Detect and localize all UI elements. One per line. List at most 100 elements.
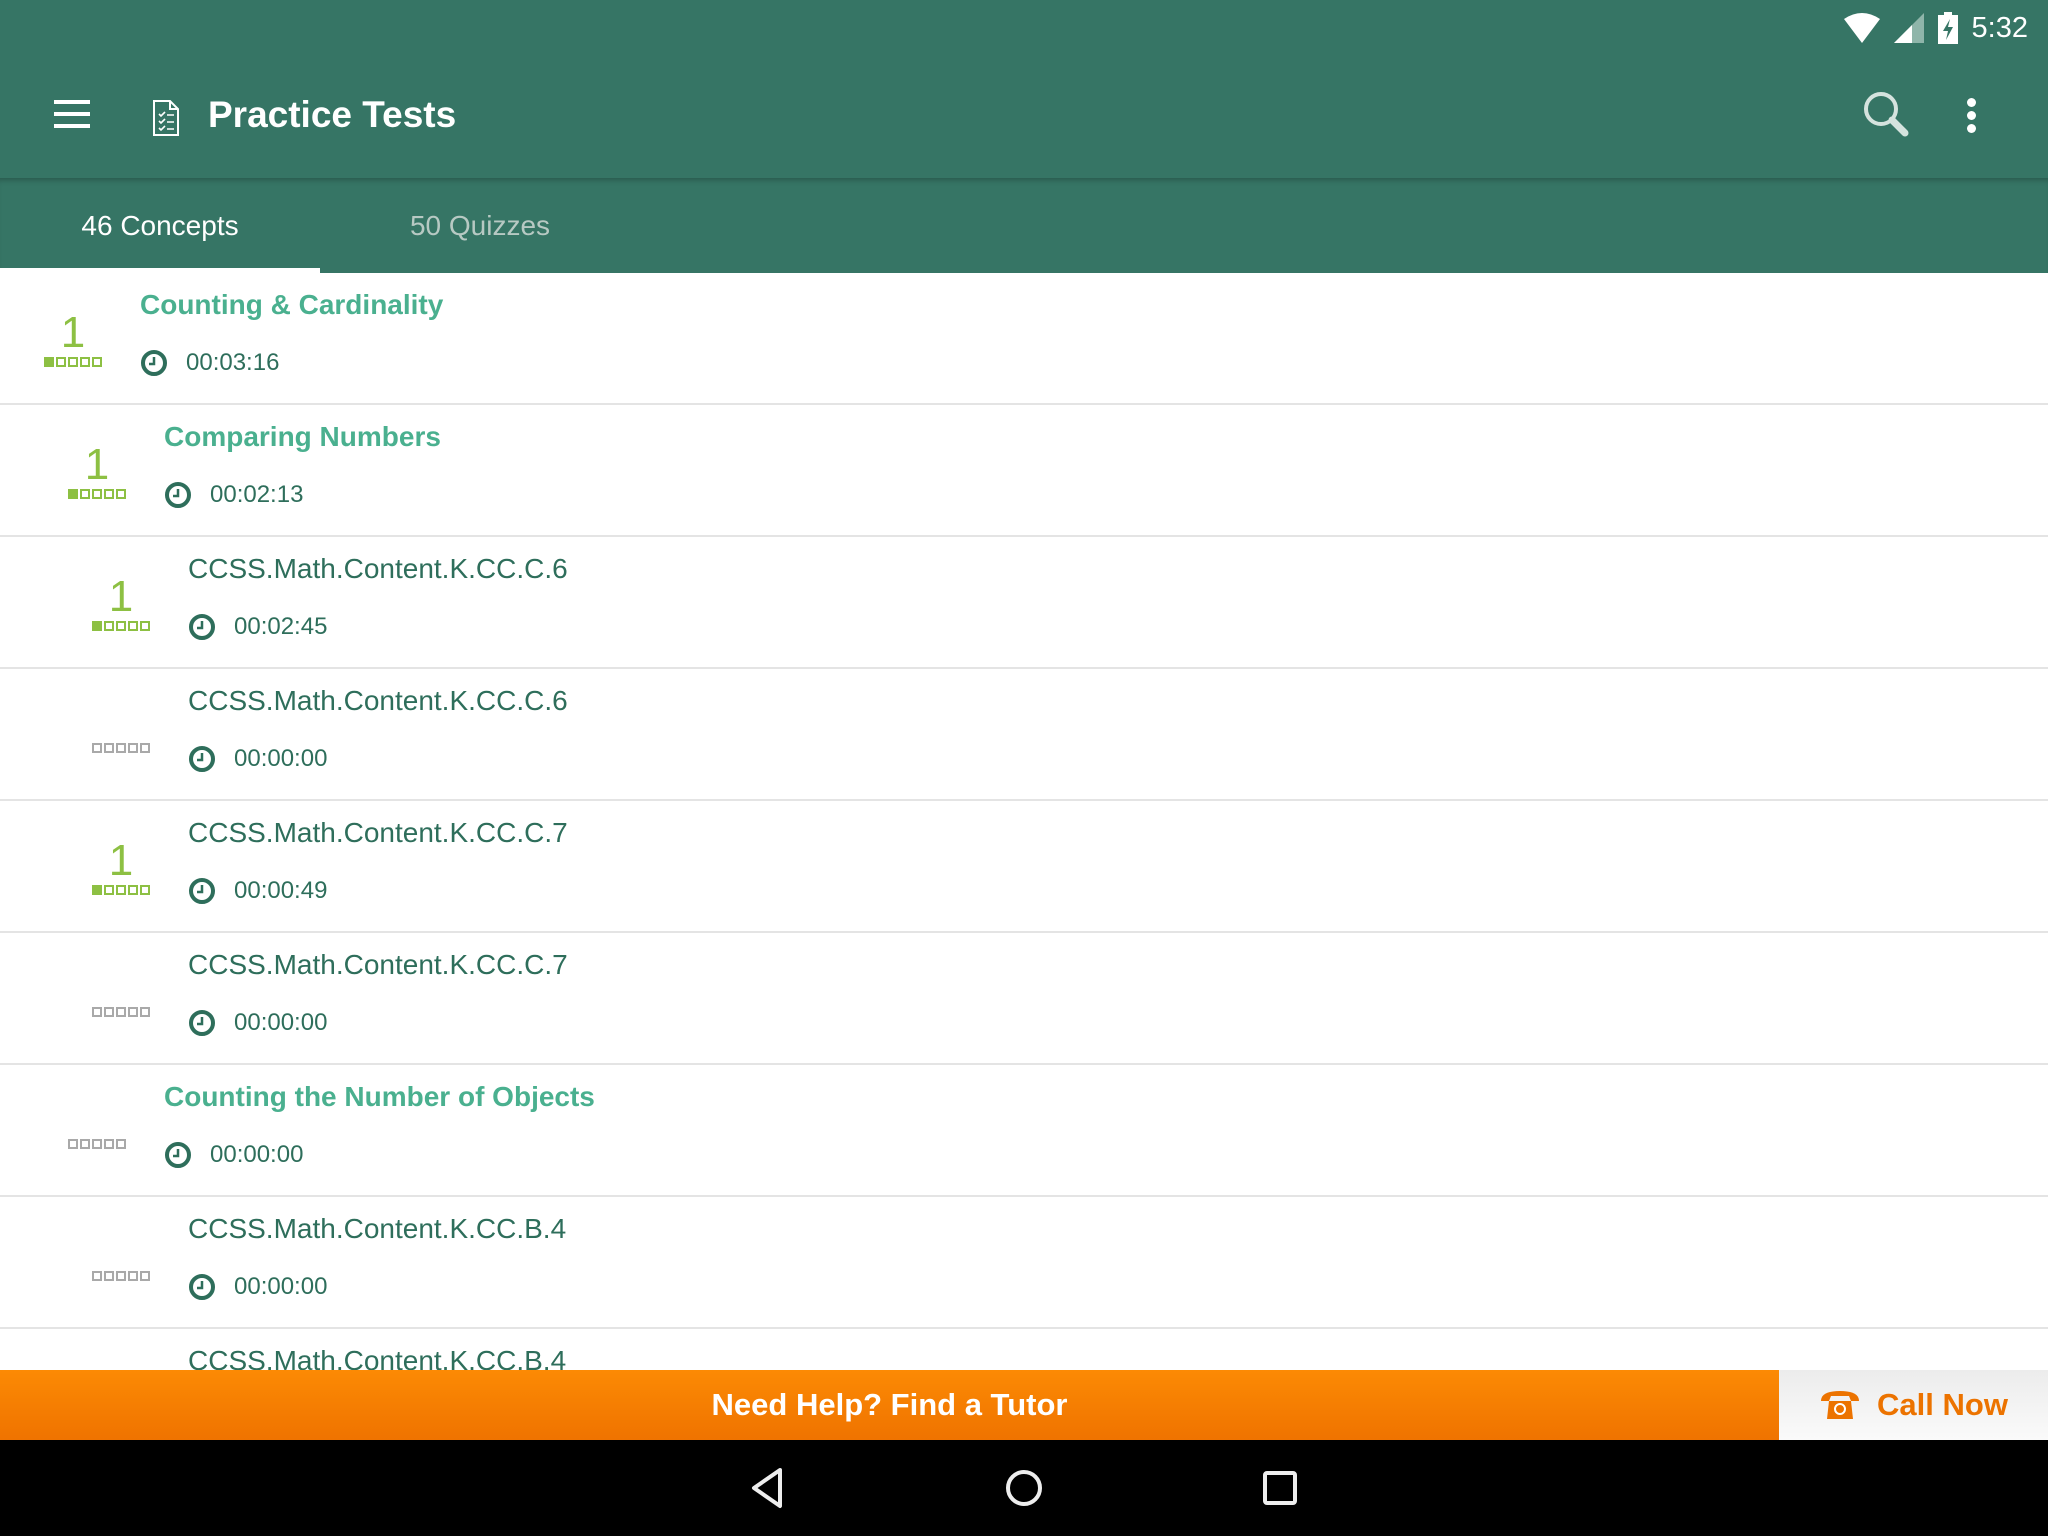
mastery-score — [91, 1269, 151, 1281]
mastery-box-empty — [92, 357, 102, 367]
find-tutor-label: Need Help? Find a Tutor — [711, 1387, 1068, 1422]
time-value: 00:02:13 — [210, 481, 304, 508]
concept-list-item[interactable]: CCSS.Math.Content.K.CC.C.7 00:00:00 — [0, 933, 2048, 1065]
mastery-box-empty — [92, 489, 102, 499]
concept-list-item[interactable]: CCSS.Math.Content.K.CC.C.6 00:00:00 — [0, 669, 2048, 801]
phone-icon — [1821, 1391, 1860, 1419]
mastery-box-empty — [92, 1007, 102, 1017]
mastery-box-empty — [140, 743, 150, 753]
mastery-box-filled — [92, 885, 102, 895]
mastery-box-empty — [116, 621, 126, 631]
time-value: 00:02:45 — [234, 613, 328, 640]
mastery-box-empty — [92, 1271, 102, 1281]
clock-icon — [189, 614, 215, 640]
clock-icon — [141, 350, 167, 376]
mastery-score: 1 — [91, 839, 151, 895]
mastery-box-empty — [140, 1007, 150, 1017]
find-tutor-button[interactable]: Need Help? Find a Tutor — [0, 1370, 1779, 1440]
standard-title: CCSS.Math.Content.K.CC.C.7 — [188, 817, 568, 848]
time-spent: 00:00:00 — [188, 1273, 327, 1301]
mastery-box-empty — [140, 885, 150, 895]
tab-concepts[interactable]: 46 Concepts — [0, 178, 320, 273]
clock-icon — [189, 1010, 215, 1036]
nav-recents-button[interactable] — [1252, 1460, 1308, 1516]
nav-home-button[interactable] — [996, 1460, 1052, 1516]
mastery-box-empty — [128, 621, 138, 631]
call-now-button[interactable]: Call Now — [1779, 1370, 2048, 1440]
mastery-box-empty — [116, 885, 126, 895]
mastery-box-empty — [128, 1007, 138, 1017]
recents-icon — [1263, 1471, 1297, 1505]
concept-list-item[interactable]: CCSS.Math.Content.K.CC.B.4 00:00:00 — [0, 1197, 2048, 1329]
mastery-box-empty — [104, 621, 114, 631]
clock-icon — [189, 1274, 215, 1300]
standard-title: CCSS.Math.Content.K.CC.C.6 — [188, 685, 568, 716]
tab-quizzes-label: 50 Quizzes — [409, 209, 551, 241]
clock-icon — [189, 746, 215, 772]
mastery-score: 1 — [67, 443, 127, 499]
mastery-box-empty — [116, 1271, 126, 1281]
score-number: 1 — [60, 308, 86, 357]
concept-list-item[interactable]: 1 Counting & Cardinality 00:03:16 — [0, 273, 2048, 405]
mastery-box-empty — [128, 1271, 138, 1281]
mastery-box-empty — [104, 1007, 114, 1017]
mastery-box-empty — [116, 743, 126, 753]
score-number: 1 — [108, 572, 134, 621]
search-button[interactable] — [1860, 88, 1914, 142]
mastery-box-empty — [80, 489, 90, 499]
concept-list-item[interactable]: 1 Comparing Numbers 00:02:13 — [0, 405, 2048, 537]
nav-back-button[interactable] — [740, 1460, 796, 1516]
time-value: 00:03:16 — [186, 349, 280, 376]
time-value: 00:00:49 — [234, 877, 328, 904]
mastery-meter — [67, 1139, 127, 1149]
status-bar: 5:32 — [0, 0, 2048, 56]
tab-quizzes[interactable]: 50 Quizzes — [320, 178, 640, 273]
mastery-box-empty — [128, 743, 138, 753]
concept-title: Counting & Cardinality — [140, 289, 444, 320]
system-nav-bar — [0, 1440, 2048, 1536]
concept-list[interactable]: 1 Counting & Cardinality 00:03:16 1 Comparin… — [0, 273, 2048, 1370]
more-options-button[interactable] — [1956, 88, 1988, 142]
menu-button[interactable] — [50, 94, 96, 140]
practice-test-doc-icon — [153, 100, 179, 136]
time-spent: 00:00:00 — [164, 1141, 303, 1169]
clock-icon — [165, 1142, 191, 1168]
mastery-meter — [67, 489, 127, 499]
mastery-box-empty — [80, 1139, 90, 1149]
standard-title: CCSS.Math.Content.K.CC.B.4 — [188, 1345, 567, 1370]
mastery-score — [91, 741, 151, 753]
mastery-meter — [91, 1271, 151, 1281]
mastery-box-empty — [68, 357, 78, 367]
mastery-box-empty — [104, 1271, 114, 1281]
time-spent: 00:00:00 — [188, 745, 327, 773]
mastery-box-empty — [92, 743, 102, 753]
mastery-box-filled — [68, 489, 78, 499]
battery-charging-icon — [1937, 12, 1958, 44]
mastery-meter — [43, 357, 103, 367]
concept-list-item[interactable]: 1 CCSS.Math.Content.K.CC.C.6 00:02:45 — [0, 537, 2048, 669]
time-value: 00:00:00 — [234, 745, 328, 772]
mastery-box-empty — [104, 743, 114, 753]
concept-list-item[interactable]: Counting the Number of Objects 00:00:00 — [0, 1065, 2048, 1197]
standard-title: CCSS.Math.Content.K.CC.C.6 — [188, 553, 568, 584]
standard-title: CCSS.Math.Content.K.CC.B.4 — [188, 1213, 567, 1244]
mastery-box-filled — [92, 621, 102, 631]
tab-concepts-label: 46 Concepts — [81, 209, 239, 241]
mastery-box-empty — [116, 1139, 126, 1149]
mastery-box-empty — [140, 621, 150, 631]
mastery-score: 1 — [91, 575, 151, 631]
mastery-box-empty — [104, 885, 114, 895]
mastery-meter — [91, 1007, 151, 1017]
score-number: 1 — [108, 836, 134, 885]
mastery-box-empty — [104, 489, 114, 499]
time-value: 00:00:00 — [234, 1273, 328, 1300]
time-spent: 00:00:49 — [188, 877, 327, 905]
concept-list-item[interactable]: 1 CCSS.Math.Content.K.CC.C.7 00:00:49 — [0, 801, 2048, 933]
tutor-banner: Need Help? Find a Tutor Call Now — [0, 1370, 2048, 1440]
mastery-box-empty — [80, 357, 90, 367]
time-spent: 00:03:16 — [140, 349, 279, 377]
mastery-box-filled — [44, 357, 54, 367]
concept-list-item[interactable]: CCSS.Math.Content.K.CC.B.4 — [0, 1329, 2048, 1370]
clock-icon — [165, 482, 191, 508]
mastery-meter — [91, 743, 151, 753]
